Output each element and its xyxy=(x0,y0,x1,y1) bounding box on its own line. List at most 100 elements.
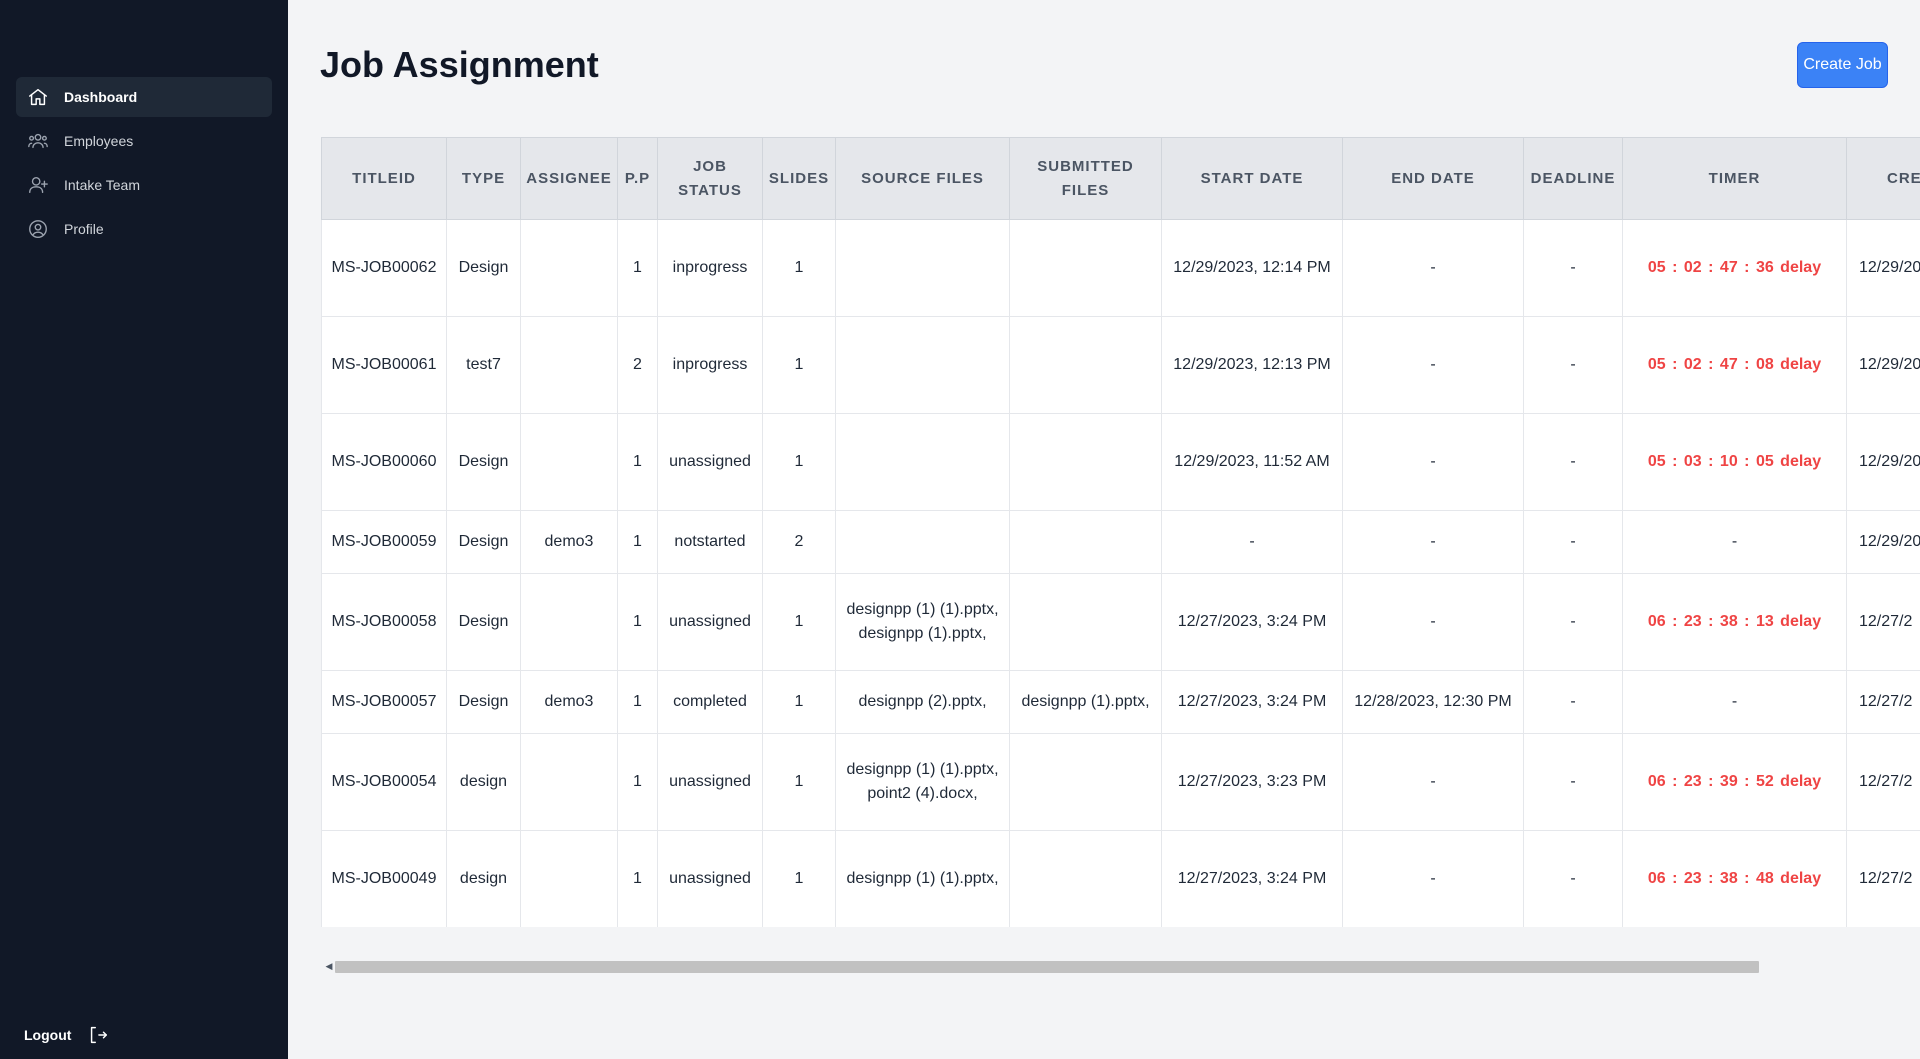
cell-assignee: demo3 xyxy=(520,510,618,574)
cell-pp: 1 xyxy=(617,830,658,927)
cell-created: 12/29/20 xyxy=(1846,413,1920,511)
user-plus-icon xyxy=(26,173,50,197)
cell-submitted-files xyxy=(1009,510,1162,574)
file-name: designpp (1) (1).pptx, xyxy=(846,601,999,618)
cell-timer: 06 : 23 : 38 : 13 delay xyxy=(1622,573,1847,671)
file-name: designpp (1).pptx, xyxy=(858,625,987,642)
sidebar-item-profile[interactable]: Profile xyxy=(16,209,272,249)
cell-assignee xyxy=(520,219,618,317)
cell-type: design xyxy=(446,733,521,831)
sidebar-item-intake-team[interactable]: Intake Team xyxy=(16,165,272,205)
page-title: Job Assignment xyxy=(320,44,599,85)
table-row[interactable]: MS-JOB00049 design 1 unassigned 1 designpp (1… xyxy=(321,830,1920,927)
column-header-deadline: Deadline xyxy=(1523,137,1623,220)
user-circle-icon xyxy=(26,217,50,241)
cell-pp: 1 xyxy=(617,733,658,831)
column-header-job-status: Job Status xyxy=(657,137,763,220)
file-name: designpp (1) (1).pptx, xyxy=(846,761,999,778)
table-row[interactable]: MS-JOB00062 Design 1 inprogress 1 12/29/2023,… xyxy=(321,219,1920,317)
column-header-slides: Slides xyxy=(762,137,836,220)
cell-deadline: - xyxy=(1523,670,1623,734)
cell-job-status: completed xyxy=(657,670,763,734)
cell-pp: 1 xyxy=(617,573,658,671)
cell-start-date: 12/27/2023, 3:24 PM xyxy=(1161,573,1343,671)
cell-titleid: MS-JOB00060 xyxy=(321,413,447,511)
cell-deadline: - xyxy=(1523,316,1623,414)
sidebar-item-dashboard[interactable]: Dashboard xyxy=(16,77,272,117)
column-header-type: Type xyxy=(446,137,521,220)
cell-slides: 1 xyxy=(762,573,836,671)
cell-type: design xyxy=(446,830,521,927)
create-job-button[interactable]: Create Job xyxy=(1797,42,1888,88)
column-header-titleid: TitleID xyxy=(321,137,447,220)
cell-job-status: unassigned xyxy=(657,573,763,671)
file-name: designpp (1).pptx, xyxy=(1021,693,1150,710)
logout-label: Logout xyxy=(24,1027,72,1043)
scrollbar-thumb[interactable] xyxy=(335,961,1759,973)
cell-timer: 06 : 23 : 39 : 52 delay xyxy=(1622,733,1847,831)
cell-source-files: designpp (1) (1).pptx, point2 (4).docx, xyxy=(835,733,1010,831)
table-row[interactable]: MS-JOB00057 Design demo3 1 completed 1 designp… xyxy=(321,670,1920,734)
cell-submitted-files xyxy=(1009,830,1162,927)
cell-slides: 2 xyxy=(762,510,836,574)
horizontal-scrollbar[interactable]: ◀ xyxy=(321,958,1920,974)
cell-timer: - xyxy=(1622,670,1847,734)
cell-start-date: 12/27/2023, 3:24 PM xyxy=(1161,670,1343,734)
cell-end-date: - xyxy=(1342,413,1524,511)
users-icon xyxy=(26,129,50,153)
cell-titleid: MS-JOB00049 xyxy=(321,830,447,927)
table-row[interactable]: MS-JOB00059 Design demo3 1 notstarted 2- - - -12… xyxy=(321,510,1920,574)
cell-pp: 2 xyxy=(617,316,658,414)
cell-type: Design xyxy=(446,670,521,734)
column-header-assignee: Assignee xyxy=(520,137,618,220)
cell-source-files xyxy=(835,510,1010,574)
cell-timer: 06 : 23 : 38 : 48 delay xyxy=(1622,830,1847,927)
cell-pp: 1 xyxy=(617,510,658,574)
cell-start-date: - xyxy=(1161,510,1343,574)
column-header-end-date: End Date xyxy=(1342,137,1524,220)
table-row[interactable]: MS-JOB00058 Design 1 unassigned 1 designpp (1… xyxy=(321,573,1920,671)
cell-end-date: - xyxy=(1342,733,1524,831)
cell-slides: 1 xyxy=(762,830,836,927)
logout-icon xyxy=(87,1023,111,1047)
cell-start-date: 12/27/2023, 3:24 PM xyxy=(1161,830,1343,927)
cell-titleid: MS-JOB00054 xyxy=(321,733,447,831)
file-name: designpp (2).pptx, xyxy=(858,693,987,710)
cell-start-date: 12/27/2023, 3:23 PM xyxy=(1161,733,1343,831)
column-header-created: Crea xyxy=(1846,137,1920,220)
table-row[interactable]: MS-JOB00060 Design 1 unassigned 1 12/29/2023,… xyxy=(321,413,1920,511)
table-header-row: TitleID Type Assignee P.P Job Status Sli… xyxy=(321,137,1920,220)
cell-pp: 1 xyxy=(617,413,658,511)
cell-deadline: - xyxy=(1523,219,1623,317)
table-row[interactable]: MS-JOB00054 design 1 unassigned 1 designpp (1… xyxy=(321,733,1920,831)
home-icon xyxy=(26,85,50,109)
cell-source-files xyxy=(835,316,1010,414)
cell-created: 12/29/20 xyxy=(1846,219,1920,317)
logout-button[interactable]: Logout xyxy=(24,1023,111,1047)
jobs-table-container[interactable]: TitleID Type Assignee P.P Job Status Sli… xyxy=(321,137,1920,927)
cell-timer: 05 : 03 : 10 : 05 delay xyxy=(1622,413,1847,511)
cell-timer: 05 : 02 : 47 : 36 delay xyxy=(1622,219,1847,317)
cell-job-status: unassigned xyxy=(657,733,763,831)
cell-end-date: - xyxy=(1342,219,1524,317)
cell-created: 12/29/20 xyxy=(1846,316,1920,414)
sidebar-nav: Dashboard Employees Intake Team Profile xyxy=(16,77,272,253)
cell-start-date: 12/29/2023, 12:14 PM xyxy=(1161,219,1343,317)
table-row[interactable]: MS-JOB00061 test7 2 inprogress 1 12/29/2023, … xyxy=(321,316,1920,414)
cell-start-date: 12/29/2023, 11:52 AM xyxy=(1161,413,1343,511)
sidebar-item-label: Profile xyxy=(64,221,104,237)
cell-source-files xyxy=(835,219,1010,317)
column-header-submitted-files: Submitted Files xyxy=(1009,137,1162,220)
cell-type: Design xyxy=(446,413,521,511)
cell-slides: 1 xyxy=(762,733,836,831)
sidebar: Dashboard Employees Intake Team Profile xyxy=(0,0,288,1059)
cell-assignee xyxy=(520,413,618,511)
scroll-left-icon[interactable]: ◀ xyxy=(323,960,335,972)
cell-source-files: designpp (1) (1).pptx, designpp (1).pptx, xyxy=(835,573,1010,671)
sidebar-item-employees[interactable]: Employees xyxy=(16,121,272,161)
cell-deadline: - xyxy=(1523,510,1623,574)
cell-job-status: unassigned xyxy=(657,830,763,927)
cell-end-date: - xyxy=(1342,830,1524,927)
cell-deadline: - xyxy=(1523,413,1623,511)
cell-assignee xyxy=(520,316,618,414)
